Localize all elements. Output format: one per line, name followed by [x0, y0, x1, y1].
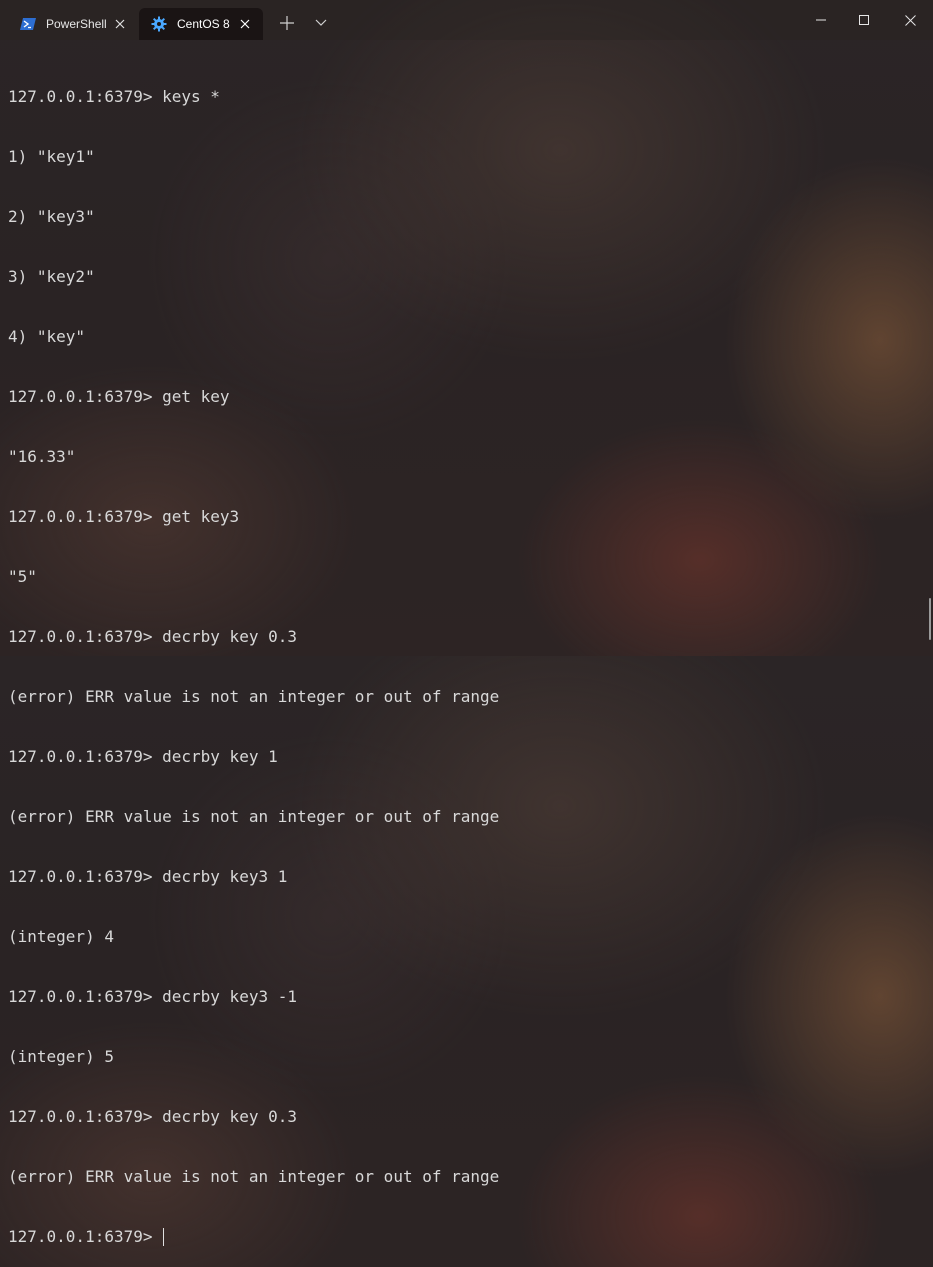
terminal-line: 127.0.0.1:6379> keys * [8, 87, 220, 106]
minimize-icon [816, 19, 826, 21]
tab-dropdown-button[interactable] [306, 8, 336, 38]
gear-icon [151, 16, 167, 32]
tab-label: CentOS 8 [177, 17, 230, 31]
terminal-line: (error) ERR value is not an integer or o… [8, 807, 500, 826]
terminal-prompt: 127.0.0.1:6379> [8, 1227, 163, 1246]
close-icon [904, 14, 916, 26]
maximize-icon [859, 15, 869, 25]
terminal-line: 127.0.0.1:6379> decrby key3 -1 [8, 987, 297, 1006]
tab-label: PowerShell [46, 17, 107, 31]
minimize-button[interactable] [798, 0, 844, 40]
maximize-button[interactable] [841, 0, 887, 40]
scrollbar[interactable] [929, 598, 931, 640]
tab-centos[interactable]: CentOS 8 [139, 8, 263, 40]
terminal-line: 127.0.0.1:6379> decrby key 0.3 [8, 627, 297, 646]
terminal-line: (integer) 5 [8, 1047, 114, 1066]
terminal-line: "16.33" [8, 447, 76, 466]
new-tab-button[interactable] [272, 8, 302, 38]
prompt-line[interactable]: 127.0.0.1:6379> [8, 1227, 918, 1247]
terminal-line: 127.0.0.1:6379> get key3 [8, 507, 240, 526]
terminal-line: 4) "key" [8, 327, 86, 346]
terminal-line: (integer) 4 [8, 927, 114, 946]
terminal-line: 127.0.0.1:6379> get key [8, 387, 230, 406]
close-tab-icon[interactable] [237, 16, 253, 32]
text-cursor [163, 1228, 165, 1246]
terminal-line: "5" [8, 567, 37, 586]
plus-icon [280, 16, 294, 30]
close-button[interactable] [887, 0, 933, 40]
terminal-line: 2) "key3" [8, 207, 95, 226]
chevron-down-icon [315, 19, 327, 26]
terminal-line: (error) ERR value is not an integer or o… [8, 687, 500, 706]
terminal-line: 127.0.0.1:6379> decrby key3 1 [8, 867, 288, 886]
terminal-line: 127.0.0.1:6379> decrby key 1 [8, 747, 278, 766]
terminal-line: (error) ERR value is not an integer or o… [8, 1167, 500, 1186]
terminal-line: 3) "key2" [8, 267, 95, 286]
title-bar: PowerShell CentOS 8 [0, 0, 933, 40]
tab-powershell[interactable]: PowerShell [8, 8, 138, 40]
terminal-line: 127.0.0.1:6379> decrby key 0.3 [8, 1107, 297, 1126]
close-tab-icon[interactable] [112, 16, 128, 32]
terminal-line: 1) "key1" [8, 147, 95, 166]
terminal-output[interactable]: 127.0.0.1:6379> keys * 1) "key1" 2) "key… [8, 47, 918, 1246]
powershell-icon [20, 16, 36, 32]
